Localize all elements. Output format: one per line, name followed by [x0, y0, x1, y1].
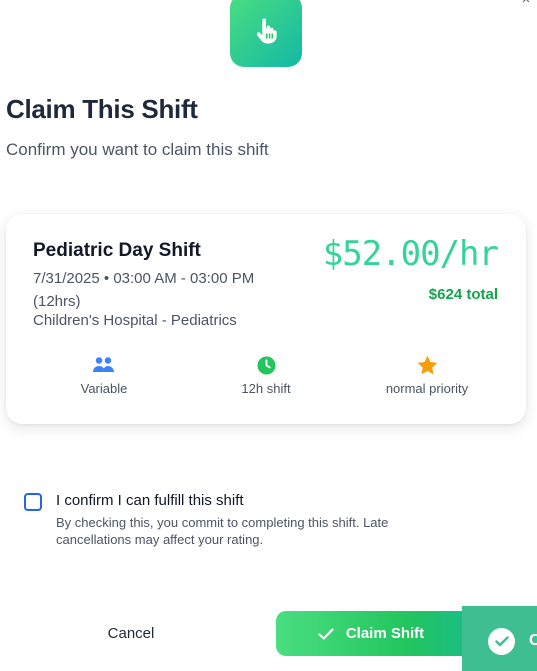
claim-shift-label: Claim Shift — [345, 625, 425, 642]
cancel-button[interactable]: Cancel — [56, 611, 206, 655]
clock-icon — [186, 354, 346, 376]
stat-priority: normal priority — [347, 354, 507, 396]
shift-datetime: 7/31/2025 • 03:00 AM - 03:00 PM (12hrs) — [33, 270, 255, 310]
star-icon — [347, 354, 507, 376]
stat-duration: 12h shift — [186, 354, 346, 396]
shift-total: $624 total — [428, 286, 498, 303]
stat-label: Variable — [80, 381, 128, 396]
close-icon[interactable] — [521, 0, 531, 4]
shift-location: Children's Hospital - Pediatrics — [33, 312, 237, 329]
confirm-checkbox[interactable] — [24, 493, 42, 511]
toast-notification: C — [462, 606, 537, 671]
confirm-label[interactable]: I confirm I can fulfill this shift — [56, 492, 244, 509]
pointer-hand-icon — [230, 0, 302, 67]
check-icon — [318, 627, 334, 640]
shift-rate: $52.00/hr — [322, 234, 499, 274]
stat-label: 12h shift — [241, 381, 291, 396]
shift-card: Pediatric Day Shift 7/31/2025 • 03:00 AM… — [6, 214, 526, 424]
page-title: Claim This Shift — [6, 94, 198, 124]
stat-staffing: Variable — [24, 354, 184, 396]
page-subtitle: Confirm you want to claim this shift — [6, 140, 269, 159]
shift-name: Pediatric Day Shift — [33, 240, 201, 261]
users-icon — [24, 354, 184, 376]
confirm-hint: By checking this, you commit to completi… — [56, 515, 389, 547]
toast-text: C — [529, 632, 537, 649]
stat-label: normal priority — [385, 381, 469, 396]
check-circle-icon — [488, 627, 515, 655]
